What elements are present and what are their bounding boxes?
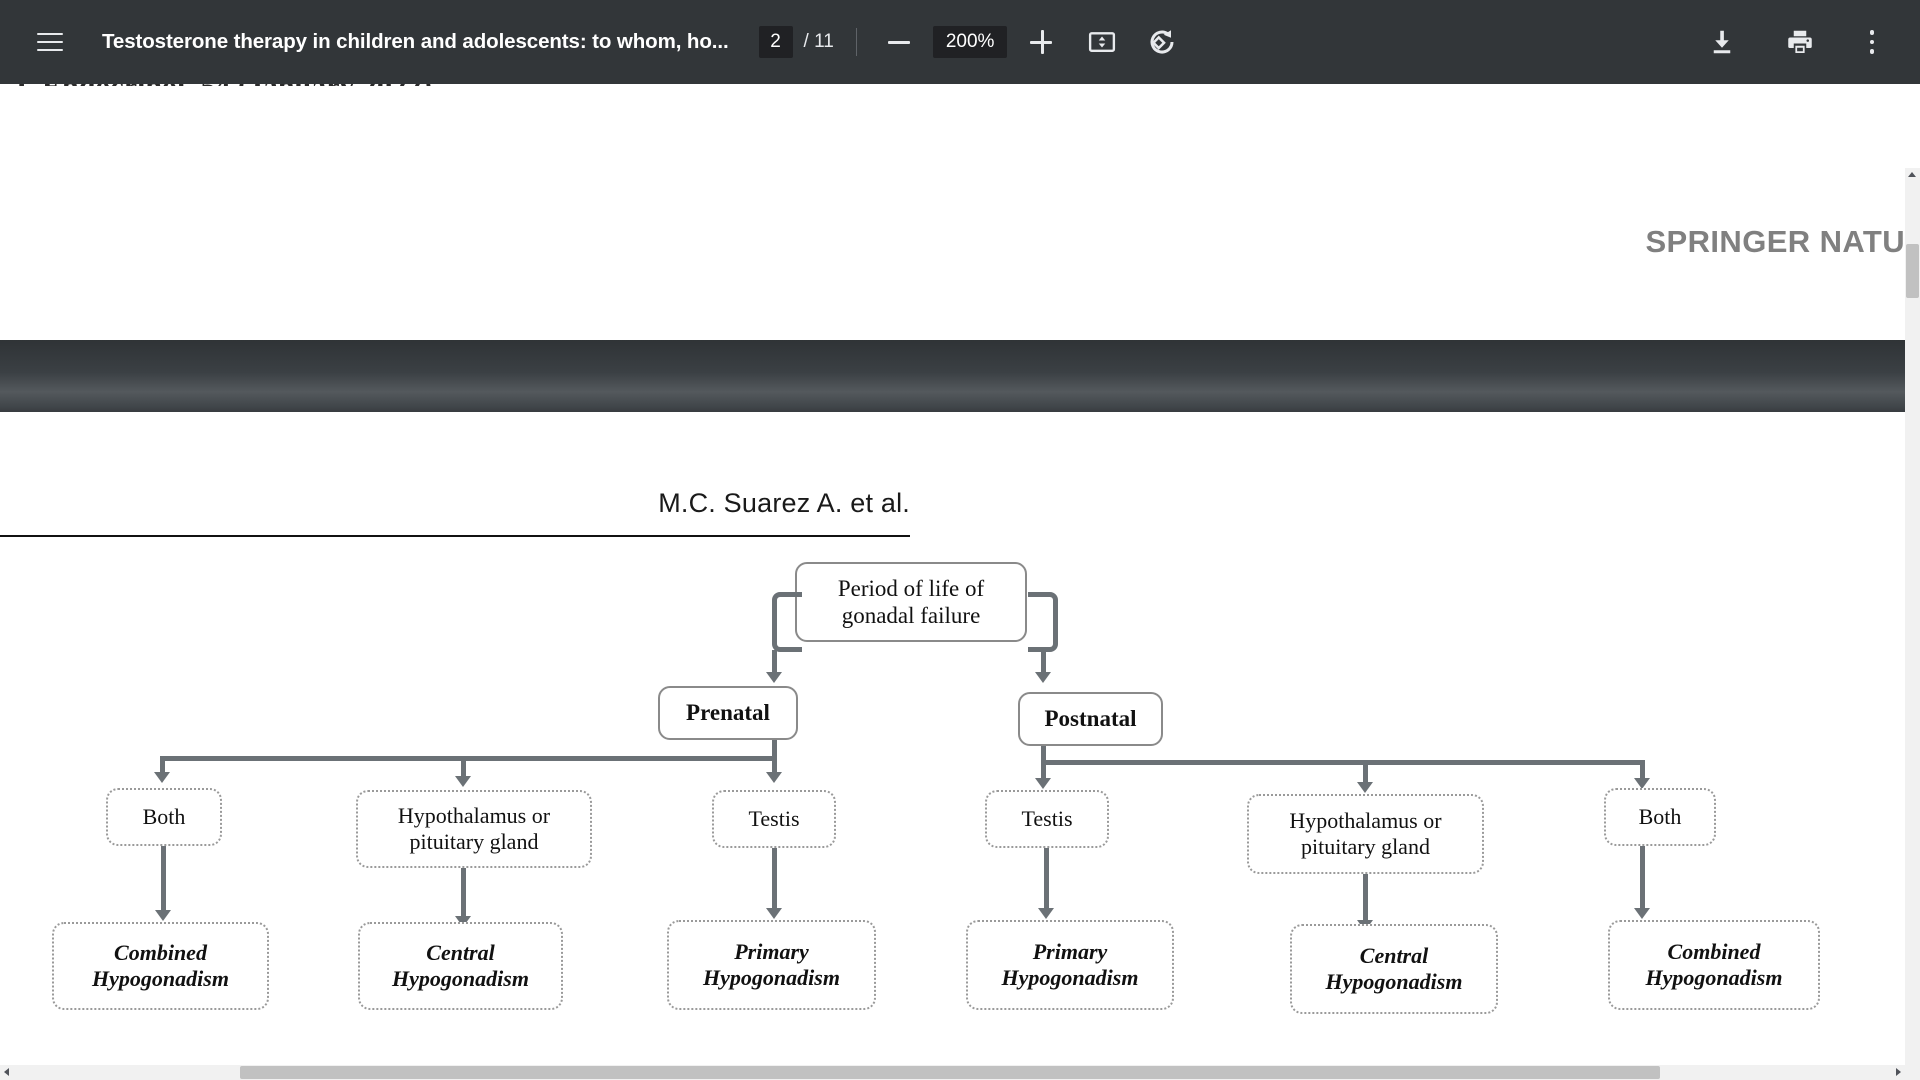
flowchart-node-testis-prenatal: Testis xyxy=(712,790,836,848)
both-postnatal-to-combined-line xyxy=(1640,846,1645,910)
flowchart-node-testis-postnatal: Testis xyxy=(985,790,1109,848)
minus-glyph xyxy=(887,40,910,44)
gonadal-failure-flowchart: Period of life of gonadal failure Prenat… xyxy=(0,562,1905,1080)
more-dot xyxy=(1869,49,1875,54)
root-left-bracket xyxy=(772,592,802,652)
vertical-scrollbar-thumb[interactable] xyxy=(1906,244,1919,298)
pdf-page-1: J. Endocrinol. 54 (January 2022) SPRINGE… xyxy=(0,84,1905,340)
both-prenatal-to-combined-line xyxy=(161,846,166,912)
horizontal-scrollbar[interactable] xyxy=(0,1065,1905,1080)
flowchart-node-hypothalamus-prenatal: Hypothalamus or pituitary gland xyxy=(356,790,592,868)
both-prenatal-arrow xyxy=(155,910,171,921)
root-to-prenatal-line xyxy=(772,650,777,674)
pdf-viewer-content[interactable]: J. Endocrinol. 54 (January 2022) SPRINGE… xyxy=(0,84,1920,1080)
root-to-prenatal-arrow xyxy=(766,672,782,683)
both-postnatal-arrow xyxy=(1634,908,1650,919)
scroll-up-arrow-icon[interactable] xyxy=(1908,172,1916,177)
root-to-postnatal-arrow xyxy=(1035,672,1051,683)
flowchart-node-both-prenatal: Both xyxy=(106,788,222,846)
page-running-head: M.C. Suarez A. et al. xyxy=(658,488,910,518)
hamburger-menu-glyph xyxy=(37,32,63,52)
postnatal-branch-3 xyxy=(1640,760,1645,780)
flowchart-node-central-hypogonadism-postnatal: Central Hypogonadism xyxy=(1290,924,1498,1014)
toolbar-divider xyxy=(855,28,857,56)
prenatal-hbar xyxy=(160,756,777,761)
plus-glyph-v xyxy=(1040,30,1044,54)
more-dot xyxy=(1869,39,1875,45)
scrollbar-corner xyxy=(1905,1065,1920,1080)
zoom-controls: 200% xyxy=(879,22,1062,62)
pdf-page-2: M.C. Suarez A. et al. Period of life of … xyxy=(0,412,1905,1080)
flowchart-node-central-hypogonadism-prenatal: Central Hypogonadism xyxy=(358,922,563,1010)
page-separator-gap xyxy=(0,340,1905,412)
horizontal-scrollbar-thumb[interactable] xyxy=(240,1066,1660,1079)
postnatal-branch-2 xyxy=(1363,760,1368,784)
prenatal-arrow-1 xyxy=(154,772,170,783)
prenatal-arrow-3 xyxy=(766,772,782,783)
prenatal-arrow-2 xyxy=(455,776,471,787)
page-number-input[interactable] xyxy=(758,26,793,58)
springer-nature-logo: SPRINGER NATU xyxy=(1645,224,1905,259)
postnatal-arrow-1 xyxy=(1035,778,1051,789)
page-1-cutoff-text: J. Endocrinol. 54 (January 2022) xyxy=(12,84,432,86)
root-to-postnatal-line xyxy=(1041,650,1046,674)
running-head-rule xyxy=(0,535,910,537)
page-total-label: / 11 xyxy=(803,31,834,52)
zoom-level-label[interactable]: 200% xyxy=(932,26,1008,58)
postnatal-hbar xyxy=(1041,760,1645,765)
print-glyph xyxy=(1788,30,1812,53)
fit-to-page-glyph xyxy=(1089,32,1116,52)
hypo-postnatal-to-central-line xyxy=(1363,874,1368,922)
rotate-counterclockwise-icon[interactable] xyxy=(1139,19,1185,65)
zoom-out-icon[interactable] xyxy=(879,22,919,62)
flowchart-node-postnatal: Postnatal xyxy=(1018,692,1163,746)
testis-prenatal-to-primary-line xyxy=(772,848,777,910)
flowchart-node-prenatal: Prenatal xyxy=(658,686,798,740)
testis-postnatal-to-primary-line xyxy=(1044,848,1049,910)
scroll-left-arrow-icon[interactable] xyxy=(4,1068,9,1076)
testis-postnatal-arrow xyxy=(1038,908,1054,919)
flowchart-node-combined-hypogonadism-postnatal: Combined Hypogonadism xyxy=(1608,920,1820,1010)
more-dot xyxy=(1869,30,1875,35)
flowchart-node-primary-hypogonadism-prenatal: Primary Hypogonadism xyxy=(667,920,876,1010)
page-navigation: / 11 xyxy=(758,26,834,58)
print-icon[interactable] xyxy=(1774,16,1826,68)
postnatal-branch-1 xyxy=(1041,760,1046,780)
prenatal-branch-2 xyxy=(461,756,466,778)
document-title: Testosterone therapy in children and ado… xyxy=(102,30,729,53)
postnatal-arrow-2 xyxy=(1357,782,1373,793)
root-right-bracket xyxy=(1028,592,1058,652)
download-icon[interactable] xyxy=(1696,16,1748,68)
rotate-glyph xyxy=(1150,30,1174,54)
flowchart-node-primary-hypogonadism-postnatal: Primary Hypogonadism xyxy=(966,920,1174,1010)
zoom-in-icon[interactable] xyxy=(1021,22,1061,62)
download-glyph xyxy=(1713,30,1731,54)
vertical-scrollbar[interactable] xyxy=(1905,168,1920,1080)
flowchart-node-combined-hypogonadism-prenatal: Combined Hypogonadism xyxy=(52,922,269,1010)
flowchart-node-hypothalamus-postnatal: Hypothalamus or pituitary gland xyxy=(1247,794,1484,874)
pdf-viewer-toolbar: Testosterone therapy in children and ado… xyxy=(0,0,1920,84)
toolbar-right-actions xyxy=(1696,16,1920,68)
hamburger-menu-icon[interactable] xyxy=(22,14,78,70)
hypo-prenatal-to-central-line xyxy=(461,868,466,918)
fit-to-page-icon[interactable] xyxy=(1079,19,1125,65)
more-options-icon[interactable] xyxy=(1848,16,1896,68)
flowchart-node-root: Period of life of gonadal failure xyxy=(795,562,1027,642)
scroll-right-arrow-icon[interactable] xyxy=(1896,1068,1901,1076)
flowchart-node-both-postnatal: Both xyxy=(1604,788,1716,846)
testis-prenatal-arrow xyxy=(766,908,782,919)
